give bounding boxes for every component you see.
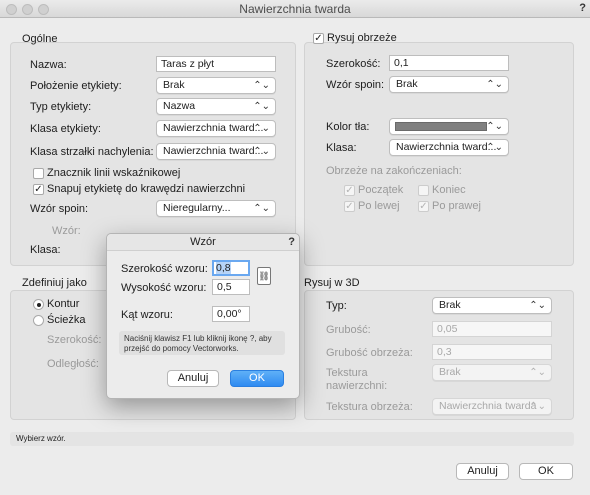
slope-arrow-class-select[interactable]: Nawierzchnia tward... ⌃⌄ [156,143,276,160]
window-title: Nawierzchnia twarda [239,2,351,16]
pattern-width-field[interactable]: 0,8 [212,260,250,276]
label-position-value: Brak [163,79,185,91]
chevron-updown-icon: ⌃⌄ [529,367,546,378]
pattern-dialog-title: Wzór [107,234,299,251]
pattern-height-label: Wysokość wzoru: [121,282,207,294]
edge-joint-pattern-label: Wzór spoin: [326,79,385,91]
label-position-select[interactable]: Brak ⌃⌄ [156,77,276,94]
name-label: Nazwa: [30,59,67,71]
left-side-checkbox[interactable]: ✓ [344,201,355,212]
chevron-updown-icon: ⌃⌄ [529,300,546,311]
end-label: Koniec [432,184,466,196]
edge-joint-pattern-select[interactable]: Brak ⌃⌄ [389,76,509,93]
joint-pattern-value: Nieregularny... [163,202,231,214]
end-checkbox[interactable] [418,185,429,196]
edge-thickness-label: Grubość obrzeża: [326,347,413,359]
lock-proportions-icon[interactable]: ⛓ [257,267,271,285]
general-header: Ogólne [22,33,58,45]
surface-texture-label-1: Tekstura [326,367,368,379]
pattern-angle-label: Kąt wzoru: [121,309,173,321]
window-titlebar: Nawierzchnia twarda ? [0,0,590,18]
help-icon[interactable]: ? [579,2,586,14]
chevron-updown-icon: ⌃⌄ [253,146,270,157]
label-type-label: Typ etykiety: [30,101,92,113]
edge-thickness-field[interactable]: 0,3 [432,344,552,360]
chevron-updown-icon: ⌃⌄ [253,80,270,91]
leader-marker-label: Znacznik linii wskaźnikowej [47,167,181,179]
start-checkbox[interactable]: ✓ [344,185,355,196]
joint-pattern-select[interactable]: Nieregularny... ⌃⌄ [156,200,276,217]
edge-texture-value: Nawierzchnia twarda [439,400,537,412]
define-as-header: Zdefiniuj jako [22,277,87,289]
3d-type-value: Brak [439,299,461,311]
slope-arrow-class-value: Nawierzchnia tward... [163,145,264,157]
draw-3d-header: Rysuj w 3D [304,277,360,289]
dialog-cancel-button[interactable]: Anuluj [167,370,219,387]
chevron-updown-icon: ⌃⌄ [486,121,503,132]
right-side-label: Po prawej [432,200,481,212]
dialog-help-icon[interactable]: ? [288,236,295,248]
edge-ends-label: Obrzeże na zakończeniach: [326,165,462,177]
path-label: Ścieżka [47,314,86,326]
background-color-select[interactable]: ⌃⌄ [389,118,509,135]
name-field[interactable]: Taras z płyt [156,56,276,72]
thickness-field[interactable]: 0,05 [432,321,552,337]
edge-class-label: Klasa: [326,142,357,154]
edge-width-field[interactable]: 0,1 [389,55,509,71]
left-side-label: Po lewej [358,200,400,212]
pattern-label: Wzór: [52,225,81,237]
label-class-value: Nawierzchnia tward... [163,122,264,134]
start-label: Początek [358,184,404,196]
outline-radio[interactable] [33,299,44,310]
background-color-label: Kolor tła: [326,121,370,133]
chevron-updown-icon: ⌃⌄ [486,142,503,153]
thickness-label: Grubość: [326,324,371,336]
chevron-updown-icon: ⌃⌄ [486,79,503,90]
surface-texture-select[interactable]: Brak ⌃⌄ [432,364,552,381]
joint-pattern-label: Wzór spoin: [30,203,89,215]
help-note: Naciśnij klawisz F1 lub kliknij ikonę ?,… [119,331,285,355]
chevron-updown-icon: ⌃⌄ [253,123,270,134]
pattern-dialog: Wzór ? Szerokość wzoru: 0,8 Wysokość wzo… [106,233,300,399]
path-width-label: Szerokość: [47,334,102,346]
3d-type-label: Typ: [326,300,347,312]
status-bar: Wybierz wzór. [10,432,574,446]
surface-texture-value: Brak [439,366,461,378]
class-label: Klasa: [30,244,61,256]
label-class-label: Klasa etykiety: [30,123,101,135]
pattern-angle-field[interactable]: 0,00° [212,306,250,322]
chevron-updown-icon: ⌃⌄ [529,401,546,412]
label-position-label: Położenie etykiety: [30,80,122,92]
slope-arrow-class-label: Klasa strzałki nachylenia: [30,146,154,158]
edge-joint-pattern-value: Brak [396,78,418,90]
chevron-updown-icon: ⌃⌄ [253,203,270,214]
draw-edge-checkbox[interactable]: ✓ [313,33,324,44]
ok-button[interactable]: OK [519,463,573,480]
dialog-ok-button[interactable]: OK [230,370,284,387]
label-type-select[interactable]: Nazwa ⌃⌄ [156,98,276,115]
chevron-updown-icon: ⌃⌄ [253,101,270,112]
snap-label-checkbox[interactable]: ✓ [33,184,44,195]
path-radio[interactable] [33,315,44,326]
path-distance-label: Odległość: [47,358,99,370]
cancel-button[interactable]: Anuluj [456,463,509,480]
edge-texture-label: Tekstura obrzeża: [326,401,413,413]
edge-texture-select[interactable]: Nawierzchnia twarda ⌃⌄ [432,398,552,415]
label-type-value: Nazwa [163,100,196,112]
outline-label: Kontur [47,298,80,310]
snap-label-label: Snapuj etykietę do krawędzi nawierzchni [47,183,246,195]
color-swatch [395,122,487,131]
3d-type-select[interactable]: Brak ⌃⌄ [432,297,552,314]
edge-width-label: Szerokość: [326,58,381,70]
draw-edge-label: Rysuj obrzeże [327,32,397,44]
pattern-width-value: 0,8 [216,262,231,274]
pattern-height-field[interactable]: 0,5 [212,279,250,295]
label-class-select[interactable]: Nawierzchnia tward... ⌃⌄ [156,120,276,137]
right-side-checkbox[interactable]: ✓ [418,201,429,212]
leader-marker-checkbox[interactable] [33,168,44,179]
surface-texture-label-2: nawierzchni: [326,380,388,392]
edge-class-select[interactable]: Nawierzchnia tward... ⌃⌄ [389,139,509,156]
edge-class-value: Nawierzchnia tward... [396,141,497,153]
pattern-width-label: Szerokość wzoru: [121,263,208,275]
